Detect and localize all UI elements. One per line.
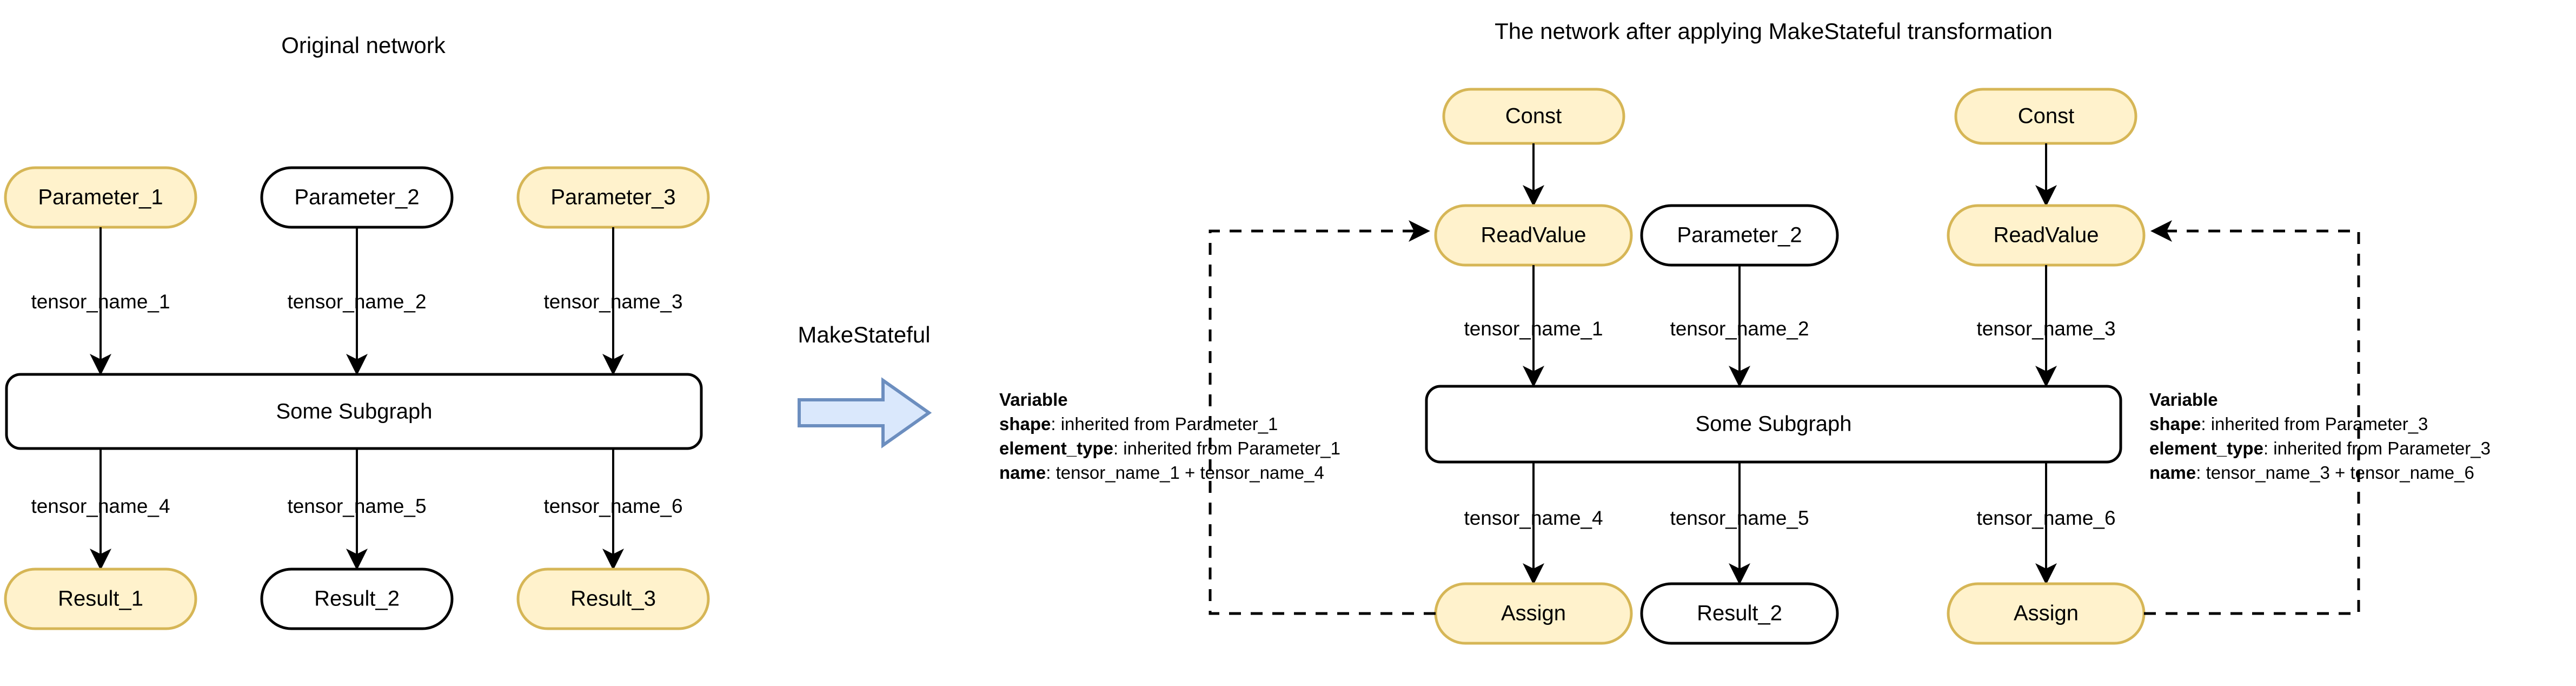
node-label: Const (1505, 104, 1562, 128)
left-output-node-result-3[interactable]: Result_3 (516, 568, 710, 630)
left-edge-label-tensor-name-3: tensor_name_3 (543, 291, 682, 313)
node-label: Parameter_1 (38, 186, 163, 209)
node-label: Result_3 (570, 587, 656, 611)
left-panel-title: Original network (281, 32, 446, 58)
variable-annotation-sep: : (2196, 463, 2206, 483)
right-output-node-assign-right[interactable]: Assign (1947, 582, 2146, 645)
transform-label: MakeStateful (798, 322, 930, 347)
variable-annotation-value: tensor_name_1 + tensor_name_4 (1056, 463, 1324, 483)
variable-annotation-sep: : (1113, 438, 1123, 458)
variable-annotation-sep: : (2201, 414, 2210, 434)
left-edge-label-tensor-name-2: tensor_name_2 (287, 291, 426, 313)
variable-annotation-sep: : (2263, 438, 2273, 458)
variable-annotation-key: shape (999, 414, 1051, 434)
variable-annotation-key: name (999, 463, 1046, 483)
right-edge-label-tensor-name-1: tensor_name_1 (1464, 318, 1603, 340)
node-label: Parameter_3 (550, 186, 675, 209)
node-label: Assign (2014, 602, 2079, 625)
variable-annotation-title: Variable (2149, 390, 2218, 410)
variable-annotation-key: element_type (999, 438, 1113, 458)
left-edge-label-tensor-name-4: tensor_name_4 (31, 495, 170, 517)
node-label: Result_2 (1697, 602, 1782, 625)
left-edge-label-tensor-name-6: tensor_name_6 (543, 495, 682, 517)
variable-annotation-key: element_type (2149, 438, 2263, 458)
variable-annotation-row: name: tensor_name_1 + tensor_name_4 (999, 463, 1324, 483)
left-subgraph-box[interactable]: Some Subgraph (5, 373, 703, 450)
right-edge-label-tensor-name-2: tensor_name_2 (1670, 318, 1809, 340)
diagram-svg: Original network Parameter_1 Parameter_2… (4, 18, 2491, 645)
node-label: ReadValue (1994, 223, 2099, 247)
variable-annotation-row: name: tensor_name_3 + tensor_name_6 (2149, 463, 2474, 483)
right-const-node-right[interactable]: Const (1954, 88, 2137, 145)
left-input-node-parameter-3[interactable]: Parameter_3 (516, 166, 710, 229)
variable-annotation-sep: : (1051, 414, 1060, 434)
left-edge-label-tensor-name-1: tensor_name_1 (31, 291, 170, 313)
variable-annotation-key: name (2149, 463, 2196, 483)
right-input-node-readvalue-right[interactable]: ReadValue (1947, 204, 2146, 267)
right-block-arrow-icon (798, 377, 932, 448)
right-output-node-result-2[interactable]: Result_2 (1640, 582, 1839, 645)
diagram-canvas: Original network Parameter_1 Parameter_2… (0, 0, 2576, 686)
variable-annotation-value: inherited from Parameter_3 (2273, 438, 2491, 458)
left-input-node-parameter-1[interactable]: Parameter_1 (4, 166, 197, 229)
variable-annotation-right: Variable shape: inherited from Parameter… (2149, 390, 2491, 483)
node-label: Some Subgraph (276, 400, 432, 424)
variable-annotation-row: element_type: inherited from Parameter_1 (999, 438, 1340, 458)
right-edge-label-tensor-name-4: tensor_name_4 (1464, 507, 1603, 529)
right-const-node-left[interactable]: Const (1442, 88, 1625, 145)
variable-annotation-title: Variable (999, 390, 1068, 410)
node-label: Const (2018, 104, 2075, 128)
left-edge-label-tensor-name-5: tensor_name_5 (287, 495, 426, 517)
variable-annotation-value: inherited from Parameter_1 (1061, 414, 1278, 434)
node-label: Parameter_2 (294, 186, 419, 209)
right-output-node-assign-left[interactable]: Assign (1434, 582, 1633, 645)
node-label: Assign (1501, 602, 1566, 625)
variable-annotation-value: inherited from Parameter_3 (2211, 414, 2428, 434)
node-label: Result_1 (58, 587, 143, 611)
variable-annotation-value: inherited from Parameter_1 (1123, 438, 1340, 458)
variable-annotation-sep: : (1046, 463, 1055, 483)
node-label: Parameter_2 (1677, 223, 1802, 247)
right-input-node-readvalue-left[interactable]: ReadValue (1434, 204, 1633, 267)
right-panel: The network after applying MakeStateful … (999, 18, 2491, 645)
variable-annotation-key: shape (2149, 414, 2201, 434)
right-edge-label-tensor-name-6: tensor_name_6 (1976, 507, 2115, 529)
right-edge-label-tensor-name-5: tensor_name_5 (1670, 507, 1809, 529)
variable-annotation-row: shape: inherited from Parameter_1 (999, 414, 1278, 434)
right-subgraph-box[interactable]: Some Subgraph (1425, 385, 2122, 464)
left-panel: Original network Parameter_1 Parameter_2… (4, 32, 710, 630)
right-panel-title: The network after applying MakeStateful … (1495, 18, 2053, 44)
right-edge-label-tensor-name-3: tensor_name_3 (1976, 318, 2115, 340)
left-output-node-result-1[interactable]: Result_1 (4, 568, 197, 630)
node-label: Some Subgraph (1695, 412, 1851, 436)
variable-annotation-value: tensor_name_3 + tensor_name_6 (2206, 463, 2474, 483)
node-label: Result_2 (314, 587, 400, 611)
left-input-node-parameter-2[interactable]: Parameter_2 (260, 166, 454, 229)
right-input-node-parameter-2[interactable]: Parameter_2 (1640, 204, 1839, 267)
variable-annotation-row: element_type: inherited from Parameter_3 (2149, 438, 2491, 458)
variable-annotation-left: Variable shape: inherited from Parameter… (999, 390, 1340, 483)
left-output-node-result-2[interactable]: Result_2 (260, 568, 454, 630)
node-label: ReadValue (1481, 223, 1586, 247)
transform-indicator: MakeStateful (798, 322, 932, 448)
variable-annotation-row: shape: inherited from Parameter_3 (2149, 414, 2428, 434)
